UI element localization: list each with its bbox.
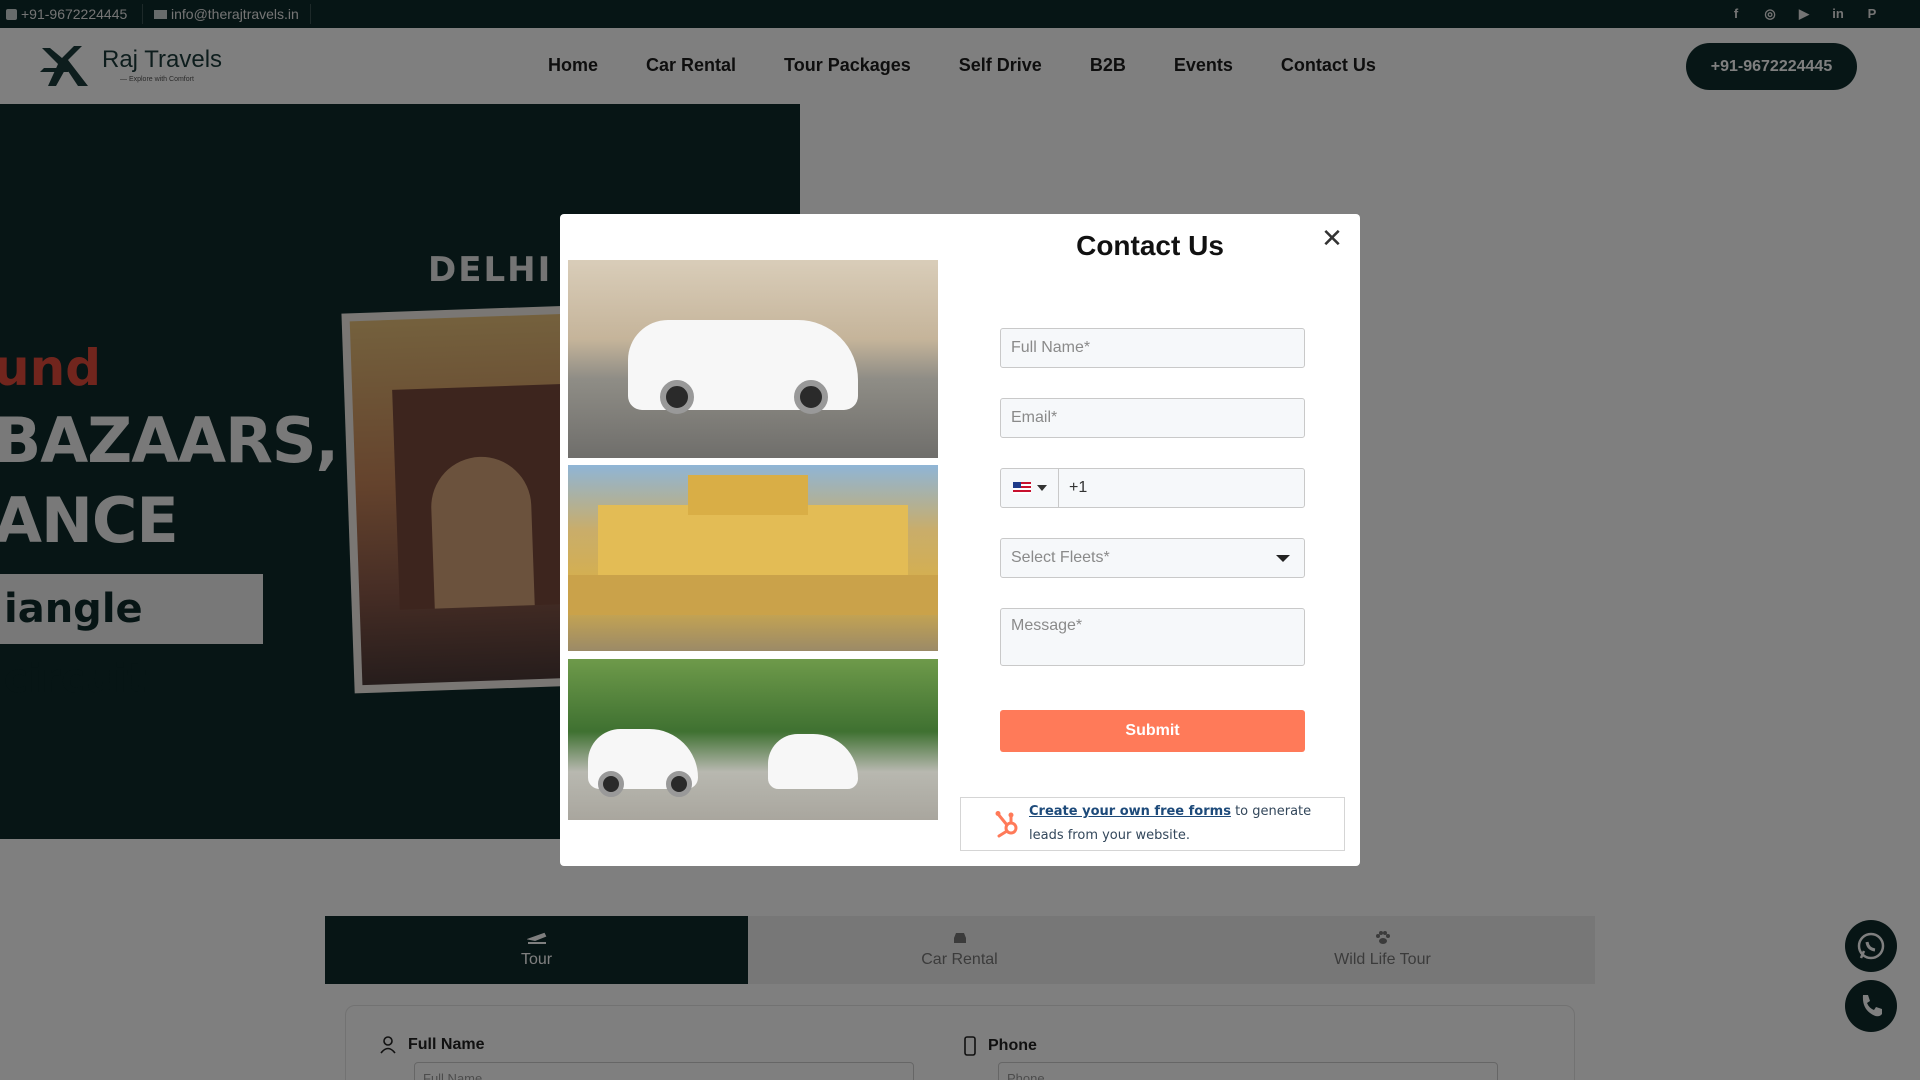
modal-overlay[interactable]: Contact Us ✕ Select Fleets* Submit Cre	[0, 0, 1920, 1080]
fleets-select[interactable]: Select Fleets*	[1000, 538, 1305, 578]
caret-down-icon	[1036, 485, 1047, 491]
hubspot-banner: Create your own free forms to generate l…	[960, 797, 1345, 851]
amber-fort-photo	[568, 465, 938, 651]
hubspot-link[interactable]: Create your own free forms	[1029, 804, 1231, 819]
us-flag-icon	[1012, 482, 1031, 494]
modal-title: Contact Us	[1076, 230, 1224, 261]
hubspot-sprocket-icon	[995, 811, 1018, 838]
message-textarea[interactable]	[1000, 608, 1305, 666]
phone-field	[1000, 468, 1305, 508]
car-fleet-photo	[568, 659, 938, 820]
hubspot-text: Create your own free forms to generate l…	[1029, 800, 1329, 848]
country-code-select[interactable]	[1001, 469, 1059, 507]
car-photo-palace	[568, 260, 938, 458]
caret-down-icon	[1276, 554, 1290, 562]
email-input[interactable]	[1000, 398, 1305, 438]
contact-modal: Contact Us ✕ Select Fleets* Submit Cre	[560, 214, 1360, 866]
close-icon[interactable]: ✕	[1318, 224, 1346, 252]
fleets-select-placeholder: Select Fleets*	[1011, 549, 1110, 566]
submit-button[interactable]: Submit	[1000, 710, 1305, 752]
full-name-input[interactable]	[1000, 328, 1305, 368]
phone-input[interactable]	[1059, 469, 1304, 507]
